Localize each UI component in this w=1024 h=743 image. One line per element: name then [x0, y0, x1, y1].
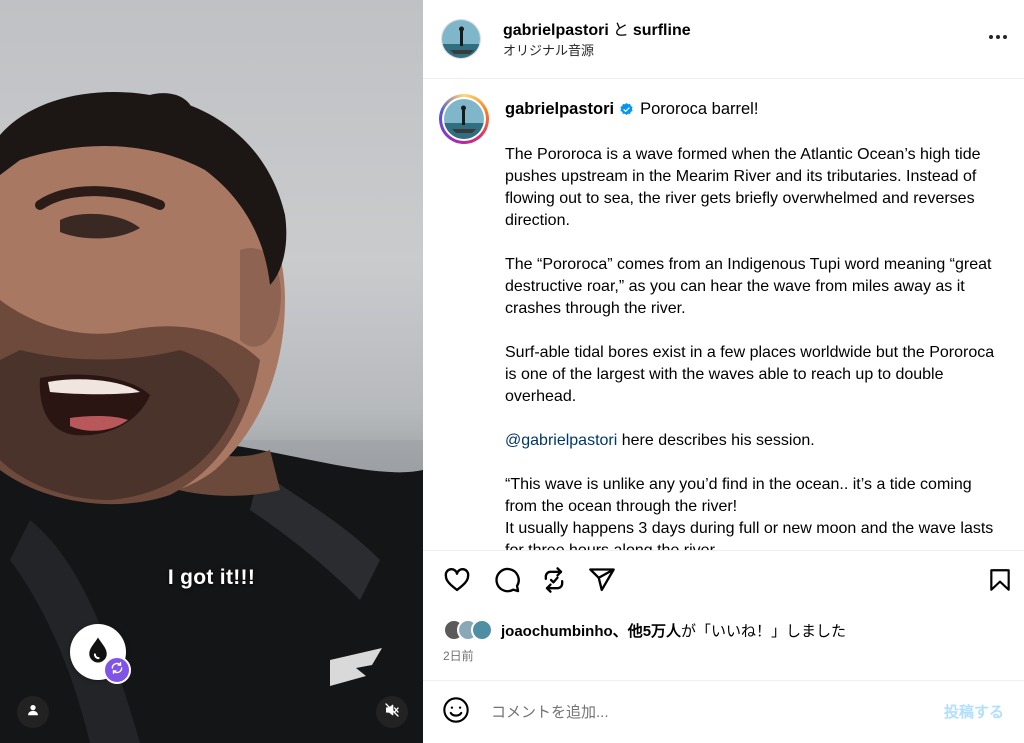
collab-badge [103, 656, 131, 684]
mention-link[interactable]: @gabrielpastori [505, 432, 617, 449]
mute-icon [384, 702, 400, 723]
liker-username[interactable]: joaochumbinho [501, 623, 613, 640]
header-usernames: gabrielpastori と surfline [503, 16, 691, 40]
heart-icon [443, 566, 471, 599]
user-tag-icon [26, 703, 40, 722]
tagged-users-button[interactable] [17, 696, 49, 728]
emoji-button[interactable] [441, 696, 471, 729]
like-button[interactable] [442, 567, 472, 597]
likes-suffix: が「いいね！」しました [681, 622, 847, 640]
likes-summary: joaochumbinho、他5万人が「いいね！」しました [443, 617, 846, 643]
caption-quote-line: “This wave is unlike any you’d find in t… [505, 476, 972, 515]
post-panel: gabrielpastori と surfline オリジナル音源 gabrielp… [423, 0, 1024, 743]
caption-quote: “This wave is unlike any you’d find in t… [505, 474, 1005, 550]
caption-text: The Pororoca is a wave formed when the A… [505, 144, 1005, 550]
more-options-button[interactable] [986, 24, 1010, 48]
caption-paragraph-mention: @gabrielpastori here describes his sessi… [505, 430, 1005, 452]
save-button[interactable] [985, 567, 1015, 597]
author-avatar[interactable] [441, 19, 481, 59]
post-actions: joaochumbinho、他5万人が「いいね！」しました 2日前 [423, 550, 1024, 680]
repost-button[interactable] [539, 566, 569, 599]
add-comment-bar: 投稿する [423, 680, 1024, 743]
post-caption-area[interactable]: gabrielpastori Pororoca barrel! The Poro… [423, 80, 1024, 550]
comment-icon [493, 566, 521, 599]
reel-video[interactable]: I got it!!! [0, 0, 423, 743]
post-comment-button[interactable]: 投稿する [944, 701, 1004, 722]
share-button[interactable] [587, 567, 617, 597]
bookmark-icon [987, 567, 1013, 598]
liker-avatar[interactable] [471, 619, 493, 641]
caption-paragraph: The “Pororoca” comes from an Indigenous … [505, 256, 992, 317]
likes-separator: 、 [612, 622, 628, 640]
caption-quote-line: It usually happens 3 days during full or… [505, 520, 994, 550]
header-author-link[interactable]: gabrielpastori [503, 22, 609, 39]
share-icon [588, 566, 616, 599]
verified-badge-icon [619, 102, 634, 117]
caption-username[interactable]: gabrielpastori [505, 100, 614, 119]
comment-button[interactable] [492, 567, 522, 597]
collab-icon [110, 661, 124, 680]
header-collaborator-link[interactable]: surfline [633, 22, 691, 39]
caption-author-avatar[interactable] [439, 94, 489, 144]
likes-count-link[interactable]: 他5万人 [628, 623, 681, 640]
likes-text: joaochumbinho、他5万人が「いいね！」しました [501, 620, 846, 641]
video-frame [0, 91, 423, 743]
repost-icon [540, 566, 568, 599]
comment-input[interactable] [491, 699, 911, 725]
caption-first-line: gabrielpastori Pororoca barrel! [505, 100, 758, 119]
post-timestamp[interactable]: 2日前 [443, 647, 474, 664]
caption-paragraph: The Pororoca is a wave formed when the A… [505, 146, 981, 229]
emoji-icon [442, 696, 470, 729]
post-header: gabrielpastori と surfline オリジナル音源 [423, 0, 1024, 79]
mention-suffix: here describes his session. [617, 432, 815, 449]
more-icon [988, 27, 1008, 45]
audio-link[interactable]: オリジナル音源 [503, 40, 594, 59]
video-caption: I got it!!! [167, 566, 256, 589]
caption-paragraph: Surf-able tidal bores exist in a few pla… [505, 344, 995, 405]
header-joiner: と [612, 22, 629, 39]
audio-toggle-button[interactable] [376, 696, 408, 728]
caption-title: Pororoca barrel! [640, 100, 759, 118]
